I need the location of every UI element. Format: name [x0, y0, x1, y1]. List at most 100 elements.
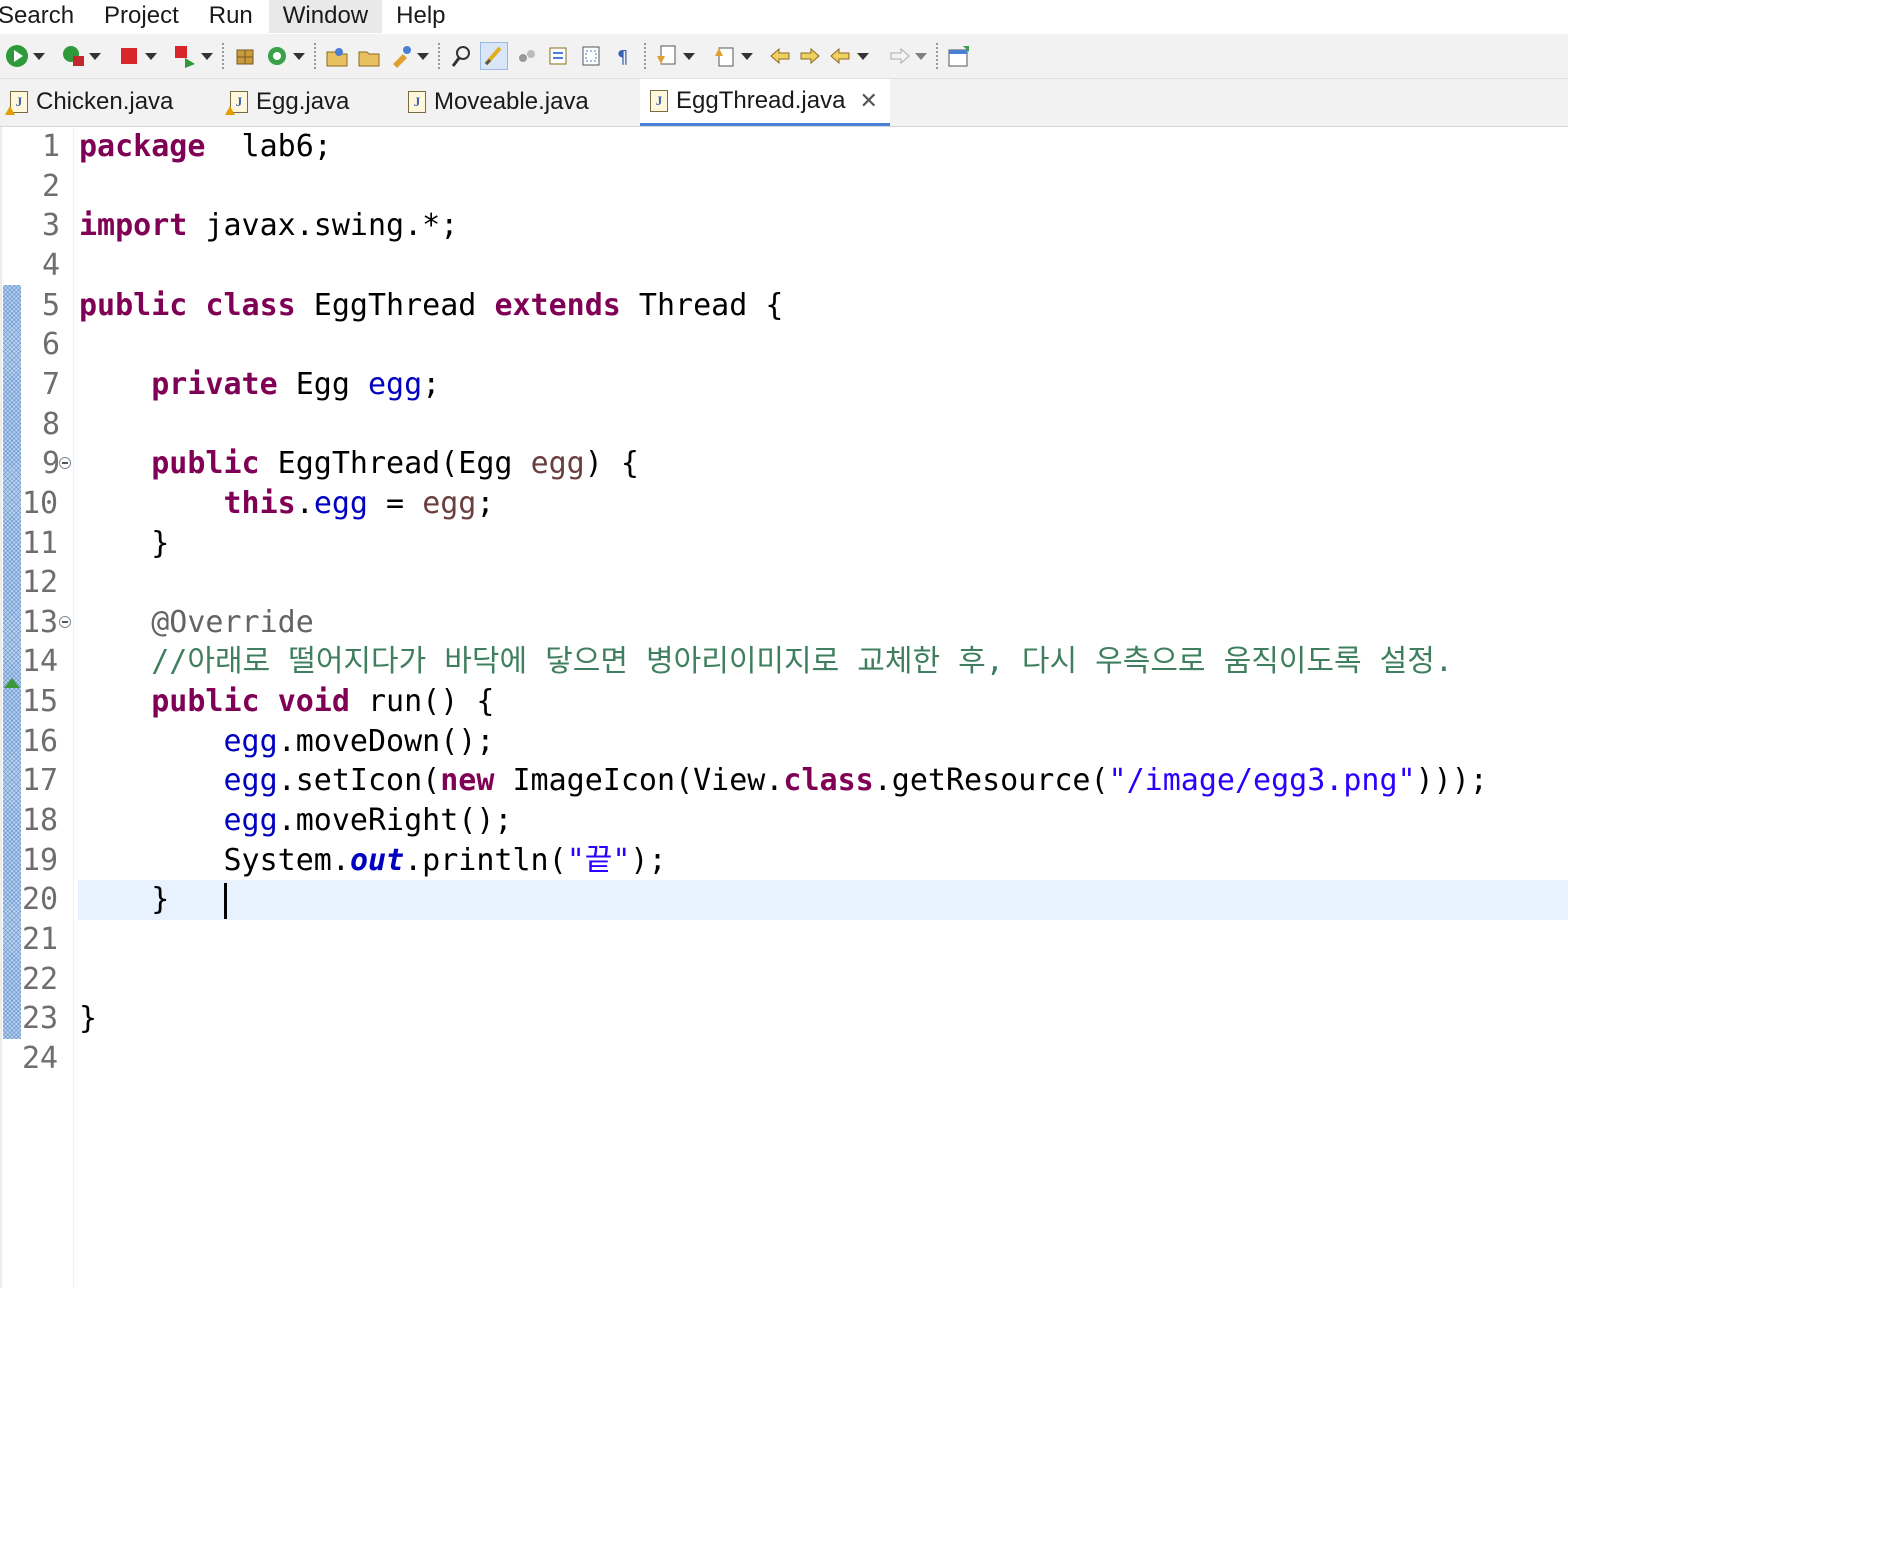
refresh-dropdown-icon[interactable] [292, 43, 306, 69]
current-line-highlight [78, 880, 1568, 921]
forward-icon[interactable] [886, 43, 912, 69]
line-number: 18 [22, 803, 59, 839]
code-token: ; [476, 485, 495, 521]
code-line[interactable]: 5 public class EggThread extends Thread { [0, 286, 1568, 326]
code-token: egg [422, 485, 477, 521]
run-icon[interactable] [4, 43, 30, 69]
code-line[interactable]: 9 public EggThread(Egg egg) { [0, 444, 1568, 484]
toggle-comment-icon[interactable] [546, 43, 572, 69]
pin-editor-icon[interactable] [946, 43, 972, 69]
open-folder-icon[interactable] [356, 43, 382, 69]
terminate-icon[interactable] [116, 43, 142, 69]
close-tab-icon[interactable]: ✕ [859, 88, 877, 114]
override-marker-icon[interactable] [4, 678, 20, 689]
search-icon[interactable] [448, 43, 474, 69]
code-text: } [79, 999, 97, 1039]
forward-history-icon[interactable] [796, 43, 822, 69]
disconnect-dropdown-icon[interactable] [200, 43, 214, 69]
line-number: 15 [22, 684, 59, 720]
next-annotation-dropdown-icon[interactable] [682, 43, 696, 69]
run-dropdown-icon[interactable] [32, 43, 46, 69]
disconnect-icon[interactable] [172, 43, 198, 69]
code-token: . [295, 485, 314, 521]
debug-dropdown-icon[interactable] [88, 43, 102, 69]
code-line[interactable]: 23} [0, 999, 1568, 1039]
line-number: 20 [22, 882, 59, 918]
forward-dropdown-icon[interactable] [914, 43, 928, 69]
menu-help[interactable]: Help [382, 0, 459, 33]
tab-label: Chicken.java [36, 88, 174, 115]
code-line[interactable]: 15 public void run() { [0, 678, 1568, 722]
code-line[interactable]: 7 private Egg egg; [0, 365, 1568, 405]
code-line[interactable]: 10 this.egg = egg; [0, 484, 1568, 524]
code-line[interactable]: 1 package lab6; [0, 127, 1568, 167]
code-line[interactable]: 11 } [0, 524, 1568, 564]
open-task-icon[interactable] [388, 43, 414, 69]
code-line[interactable]: 22 [0, 960, 1568, 1000]
code-editor[interactable]: 1 package lab6; 2 3 import javax.swing.*; 4 5 p… [0, 127, 1568, 1288]
previous-annotation-icon[interactable] [712, 43, 738, 69]
main-toolbar: ¶ [0, 34, 1568, 79]
open-task-dropdown-icon[interactable] [416, 43, 430, 69]
code-line[interactable]: 12 [0, 563, 1568, 603]
code-line[interactable]: 8 [0, 405, 1568, 445]
back-icon[interactable] [828, 43, 854, 69]
tab-label: Egg.java [256, 88, 350, 115]
mark-occurrences-icon[interactable] [480, 42, 508, 70]
tab-eggthread-java[interactable]: J EggThread.java ✕ [640, 79, 890, 126]
code-line[interactable]: 13 @Override [0, 603, 1568, 643]
fold-collapse-icon[interactable] [59, 615, 71, 628]
code-line[interactable]: 4 [0, 246, 1568, 286]
code-line[interactable]: 21 [0, 920, 1568, 960]
code-line[interactable]: 24 [0, 1039, 1568, 1079]
terminate-dropdown-icon[interactable] [144, 43, 158, 69]
open-type-icon[interactable] [324, 43, 350, 69]
menu-search[interactable]: Search [0, 0, 104, 33]
svg-text:¶: ¶ [617, 47, 628, 68]
next-annotation-icon[interactable] [654, 43, 680, 69]
previous-annotation-dropdown-icon[interactable] [740, 43, 754, 69]
debug-icon[interactable] [60, 43, 86, 69]
line-number: 12 [22, 565, 59, 601]
code-line[interactable]: 17 egg.setIcon(new ImageIcon(View.class.… [0, 761, 1568, 801]
code-token: .moveDown(); [277, 723, 495, 759]
tab-moveable-java[interactable]: J Moveable.java [408, 79, 589, 125]
code-text: egg.setIcon(new ImageIcon(View.class.get… [79, 761, 1488, 801]
code-line[interactable]: 14 //아래로 떨어지다가 바닥에 닿으면 병아리이미지로 교체한 후, 다시… [0, 642, 1568, 682]
last-edit-icon[interactable] [768, 43, 794, 69]
code-line[interactable]: 18 egg.moveRight(); [0, 801, 1568, 841]
tab-egg-java[interactable]: J Egg.java [225, 79, 350, 125]
code-token: public [79, 287, 188, 323]
menu-run[interactable]: Run [209, 0, 269, 33]
code-line[interactable]: 16 egg.moveDown(); [0, 722, 1568, 762]
block-selection-icon[interactable] [578, 43, 604, 69]
menu-window[interactable]: Window [268, 0, 383, 33]
code-token: ); [630, 842, 667, 878]
menu-project[interactable]: Project [104, 0, 209, 33]
code-token: EggThread [295, 287, 495, 323]
code-text: public EggThread(Egg egg) { [79, 444, 639, 484]
fold-collapse-icon[interactable] [59, 457, 71, 470]
code-token: "끝" [566, 842, 631, 878]
code-line[interactable]: 20 } [0, 880, 1568, 921]
code-token: //아래로 떨어지다가 바닥에 닿으면 병아리이미지로 교체한 후, 다시 우측… [151, 644, 1453, 680]
back-dropdown-icon[interactable] [856, 43, 870, 69]
tab-chicken-java[interactable]: J Chicken.java [5, 79, 174, 125]
refresh-icon[interactable] [264, 43, 290, 69]
breadcrumb-icon[interactable] [514, 43, 540, 69]
line-number: 8 [41, 406, 60, 442]
code-line[interactable]: 6 [0, 325, 1568, 365]
code-token: egg [368, 366, 423, 402]
show-whitespace-icon[interactable]: ¶ [610, 43, 636, 69]
code-token: import [79, 208, 188, 244]
line-number: 16 [22, 723, 59, 759]
code-line[interactable]: 3 import javax.swing.*; [0, 206, 1568, 246]
new-package-icon[interactable] [232, 43, 258, 69]
code-line[interactable]: 2 [0, 167, 1568, 207]
code-line[interactable]: 19 System.out.println("끝"); [0, 841, 1568, 881]
tab-label: Moveable.java [434, 88, 589, 115]
line-number: 19 [22, 842, 59, 878]
code-token: @Override [151, 604, 314, 640]
